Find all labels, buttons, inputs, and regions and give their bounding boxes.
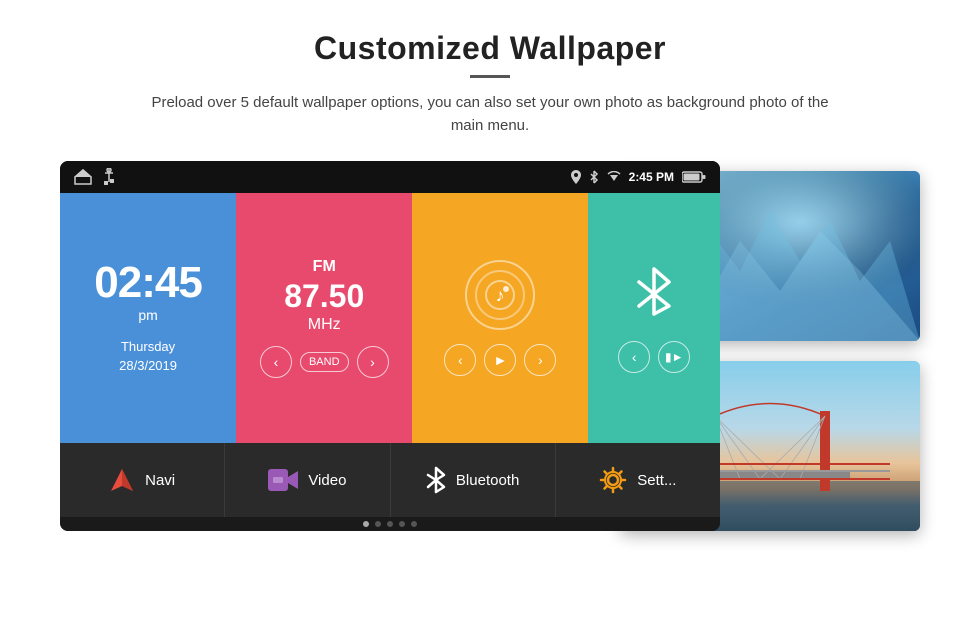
usb-icon bbox=[102, 168, 116, 186]
nav-item-settings[interactable]: Sett... bbox=[556, 443, 720, 517]
fm-frequency: 87.50 bbox=[284, 280, 364, 312]
fm-controls: ‹ BAND › bbox=[260, 346, 389, 378]
fm-label: FM bbox=[313, 258, 336, 276]
music-icon-wrap: ♪ bbox=[465, 260, 535, 330]
music-next-btn[interactable]: › bbox=[524, 344, 556, 376]
clock-date-num: 28/3/2019 bbox=[119, 356, 177, 376]
bluetooth-icon bbox=[634, 264, 674, 327]
fm-unit: MHz bbox=[308, 316, 341, 334]
status-bar-left bbox=[74, 168, 116, 186]
music-note-icon: ♪ bbox=[475, 270, 525, 320]
title-section: Customized Wallpaper Preload over 5 defa… bbox=[60, 30, 920, 137]
dot-1 bbox=[363, 521, 369, 527]
fm-band-label[interactable]: BAND bbox=[300, 352, 349, 372]
nav-item-navi[interactable]: Navi bbox=[60, 443, 225, 517]
music-prev-btn[interactable]: ‹ bbox=[444, 344, 476, 376]
music-controls: ‹ ► › bbox=[444, 344, 556, 376]
bt-prev-btn[interactable]: ‹ bbox=[618, 341, 650, 373]
nav-bar: Navi Video bbox=[60, 443, 720, 517]
status-bar: 2:45 PM bbox=[60, 161, 720, 193]
battery-icon bbox=[682, 171, 706, 183]
nav-label-bluetooth: Bluetooth bbox=[456, 472, 519, 489]
nav-item-bluetooth[interactable]: Bluetooth bbox=[391, 443, 556, 517]
dot-2 bbox=[375, 521, 381, 527]
dot-3 bbox=[387, 521, 393, 527]
display-area: 2:45 PM 02:45 pm bbox=[60, 161, 920, 531]
fm-next-btn[interactable]: › bbox=[357, 346, 389, 378]
navi-icon bbox=[109, 467, 135, 493]
car-screen: 2:45 PM 02:45 pm bbox=[60, 161, 720, 531]
home-icon bbox=[74, 169, 92, 185]
music-svg: ♪ bbox=[484, 279, 516, 311]
music-play-btn[interactable]: ► bbox=[484, 344, 516, 376]
dot-5 bbox=[411, 521, 417, 527]
nav-bluetooth-icon bbox=[426, 466, 446, 494]
page-subtitle: Preload over 5 default wallpaper options… bbox=[140, 92, 840, 137]
dot-4 bbox=[399, 521, 405, 527]
title-divider bbox=[470, 75, 510, 78]
widget-fm[interactable]: FM 87.50 MHz ‹ BAND › bbox=[236, 193, 412, 443]
clock-ampm: pm bbox=[138, 307, 157, 323]
screen-content: 02:45 pm Thursday 28/3/2019 FM 87.50 MHz bbox=[60, 193, 720, 531]
nav-label-navi: Navi bbox=[145, 472, 175, 489]
clock-date: Thursday 28/3/2019 bbox=[119, 337, 177, 376]
nav-label-settings: Sett... bbox=[637, 472, 676, 489]
settings-icon bbox=[599, 466, 627, 494]
dot-bar bbox=[60, 517, 720, 531]
page-title: Customized Wallpaper bbox=[60, 30, 920, 67]
fm-prev-btn[interactable]: ‹ bbox=[260, 346, 292, 378]
nav-label-video: Video bbox=[308, 472, 346, 489]
clock-day: Thursday bbox=[119, 337, 177, 357]
location-icon bbox=[571, 170, 581, 184]
status-bar-right: 2:45 PM bbox=[571, 170, 706, 184]
page-container: Customized Wallpaper Preload over 5 defa… bbox=[0, 0, 980, 561]
widget-music[interactable]: ♪ ‹ ► › bbox=[412, 193, 588, 443]
nav-item-video[interactable]: Video bbox=[225, 443, 390, 517]
widgets-row: 02:45 pm Thursday 28/3/2019 FM 87.50 MHz bbox=[60, 193, 720, 443]
bt-next-btn[interactable]: ▮► bbox=[658, 341, 690, 373]
signal-icon bbox=[607, 171, 621, 183]
widget-clock[interactable]: 02:45 pm Thursday 28/3/2019 bbox=[60, 193, 236, 443]
status-time: 2:45 PM bbox=[629, 170, 674, 184]
video-icon bbox=[268, 469, 298, 491]
clock-time: 02:45 bbox=[94, 261, 202, 305]
status-bluetooth-icon bbox=[589, 170, 599, 184]
widget-bluetooth[interactable]: ‹ ▮► bbox=[588, 193, 720, 443]
bt-controls: ‹ ▮► bbox=[618, 341, 690, 373]
